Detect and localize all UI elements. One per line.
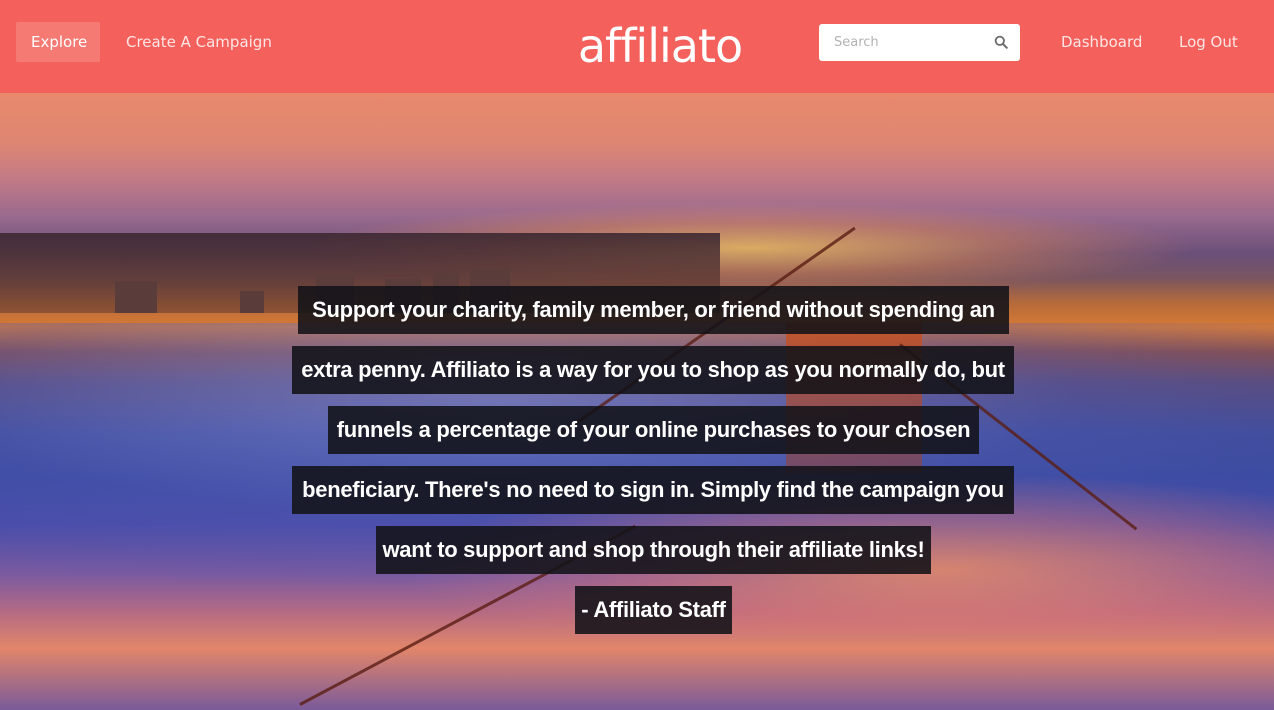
logout-link[interactable]: Log Out bbox=[1164, 22, 1253, 62]
explore-button[interactable]: Explore bbox=[16, 22, 100, 62]
sunset-glow bbox=[400, 473, 1274, 633]
dashboard-link[interactable]: Dashboard bbox=[1046, 22, 1157, 62]
city-skyline bbox=[0, 233, 720, 313]
create-campaign-link[interactable]: Create A Campaign bbox=[111, 22, 287, 62]
brand-logo[interactable]: affiliato bbox=[562, 16, 758, 76]
search-input[interactable] bbox=[819, 24, 989, 61]
top-navbar: Explore Create A Campaign affiliato Dash… bbox=[0, 0, 1274, 93]
search-icon[interactable] bbox=[994, 35, 1008, 49]
hero-background-image bbox=[0, 93, 1274, 710]
search-box[interactable] bbox=[819, 24, 1020, 61]
